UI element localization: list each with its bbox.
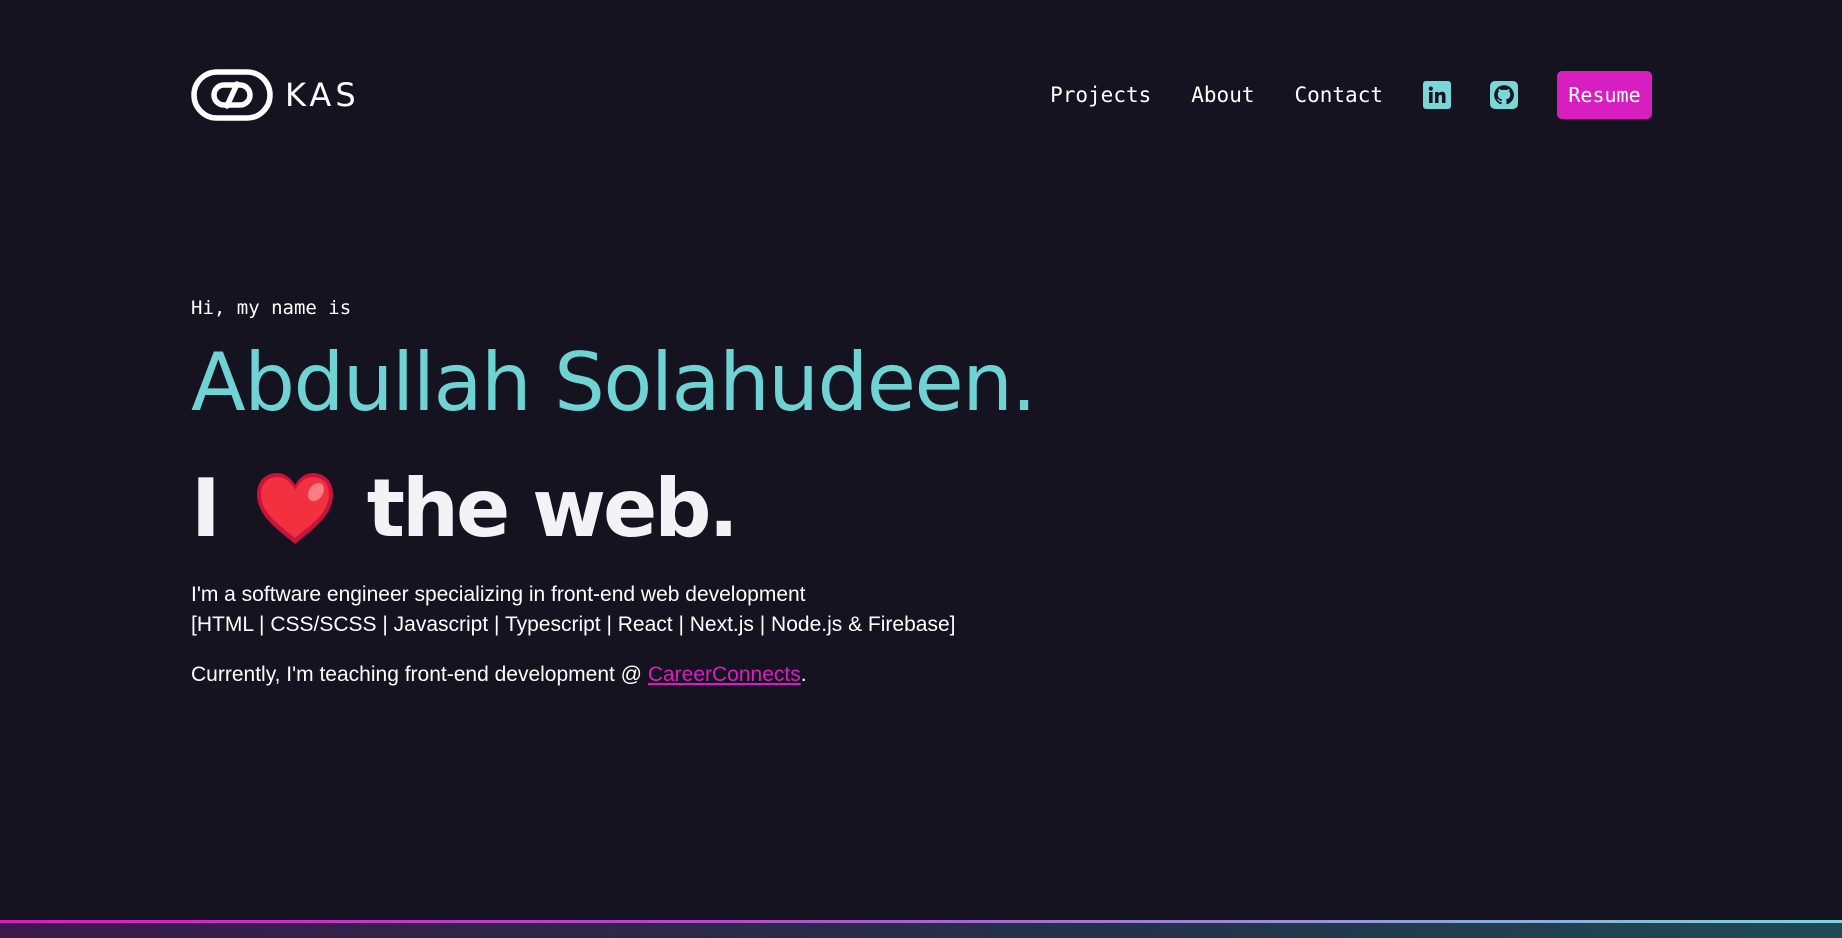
hero-name: Abdullah Solahudeen.	[191, 336, 1037, 429]
github-link[interactable]	[1490, 81, 1518, 109]
teaching-suffix: .	[800, 663, 807, 686]
site-header: KAS Projects About Contact Resume	[191, 69, 1652, 121]
heart-icon	[256, 473, 333, 544]
tagline-prefix: I	[191, 461, 221, 555]
linkedin-link[interactable]	[1423, 81, 1451, 109]
hero-section: Hi, my name is Abdullah Solahudeen. I th…	[191, 293, 1391, 690]
intro-line-1: I'm a software engineer specializing in …	[191, 583, 806, 606]
bottom-gradient-bar	[0, 920, 1842, 938]
main-nav: Projects About Contact Resume	[1050, 71, 1652, 119]
hero-tagline: I the web.	[191, 458, 1391, 558]
logo-icon	[191, 69, 273, 121]
intro-line-2: [HTML | CSS/SCSS | Javascript | Typescri…	[191, 613, 956, 636]
nav-link-about[interactable]: About	[1191, 83, 1254, 107]
teaching-text: Currently, I'm teaching front-end develo…	[191, 660, 1391, 690]
tagline-suffix: the web.	[366, 461, 739, 555]
teaching-prefix: Currently, I'm teaching front-end develo…	[191, 663, 648, 686]
nav-link-projects[interactable]: Projects	[1050, 83, 1151, 107]
resume-button[interactable]: Resume	[1557, 71, 1652, 119]
logo-text: KAS	[285, 76, 360, 114]
intro-text: I'm a software engineer specializing in …	[191, 580, 1391, 640]
greeting-text: Hi, my name is	[191, 297, 352, 319]
github-icon	[1494, 85, 1514, 105]
linkedin-icon	[1428, 86, 1446, 103]
nav-link-contact[interactable]: Contact	[1294, 83, 1383, 107]
careerconnects-link[interactable]: CareerConnects	[648, 663, 801, 686]
logo-link[interactable]: KAS	[191, 69, 360, 121]
